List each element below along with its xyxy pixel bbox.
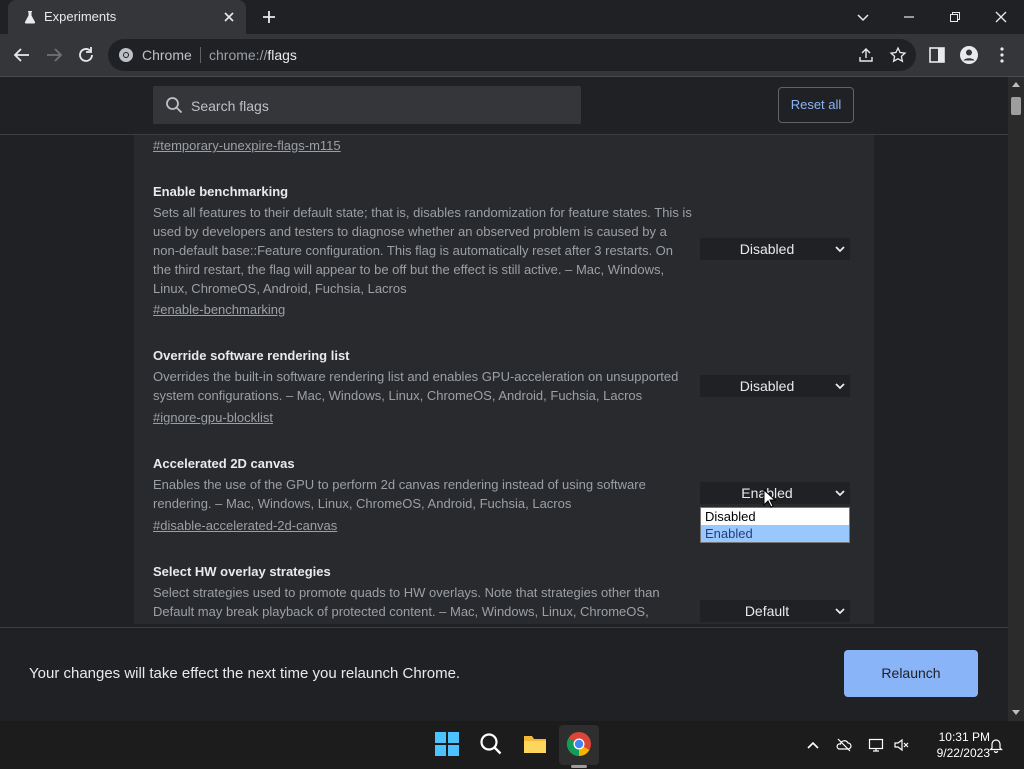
flags-header: Reset all	[0, 77, 1008, 135]
tab-experiments[interactable]: Experiments	[8, 0, 246, 34]
profile-avatar-icon[interactable]	[958, 44, 980, 66]
notification-bell-icon[interactable]	[988, 737, 1004, 753]
reload-icon[interactable]	[75, 44, 97, 66]
windows-taskbar: 10:31 PM 9/22/2023	[0, 720, 1024, 769]
url-text: chrome://flags	[209, 47, 297, 63]
flag-title: Select HW overlay strategies	[153, 564, 331, 579]
flag-link[interactable]: #disable-accelerated-2d-canvas	[153, 518, 337, 533]
forward-arrow-icon[interactable]	[43, 44, 65, 66]
flags-list: #temporary-unexpire-flags-m115 Enable be…	[134, 134, 874, 624]
chevron-down-icon	[835, 608, 845, 615]
side-panel-icon[interactable]	[926, 44, 948, 66]
flag-title: Override software rendering list	[153, 348, 350, 363]
chrome-taskbar-icon[interactable]	[566, 731, 592, 757]
tray-chevron-up-icon[interactable]	[805, 737, 821, 753]
flag-title: Enable benchmarking	[153, 184, 289, 199]
search-icon	[166, 97, 183, 114]
scroll-up-arrow-icon[interactable]	[1012, 81, 1020, 87]
volume-muted-icon[interactable]	[893, 737, 909, 753]
flag-description: Overrides the built-in software renderin…	[153, 369, 679, 403]
flag-title: Accelerated 2D canvas	[153, 456, 295, 471]
close-tab-icon[interactable]	[220, 8, 238, 26]
relaunch-message: Your changes will take effect the next t…	[29, 665, 461, 682]
network-icon[interactable]	[868, 737, 884, 753]
system-clock[interactable]: 10:31 PM 9/22/2023	[920, 729, 990, 761]
flask-icon	[24, 11, 36, 24]
flag-link-temporary-unexpire[interactable]: #temporary-unexpire-flags-m115	[153, 138, 341, 153]
clock-time: 10:31 PM	[938, 730, 990, 744]
search-box[interactable]	[153, 86, 581, 126]
flag-select-override-software-rendering[interactable]: Disabled	[700, 375, 850, 397]
flag-description: Enables the use of the GPU to perform 2d…	[153, 477, 646, 511]
more-menu-icon[interactable]	[991, 44, 1013, 66]
address-bar[interactable]: Chrome chrome://flags	[108, 39, 916, 71]
share-icon[interactable]	[857, 46, 875, 64]
minimize-icon[interactable]	[898, 6, 920, 28]
dropdown-option-disabled[interactable]: Disabled	[701, 508, 849, 525]
flag-description: Select strategies used to promote quads …	[153, 585, 660, 619]
reset-all-button[interactable]: Reset all	[778, 87, 854, 123]
scroll-thumb[interactable]	[1011, 97, 1021, 115]
chevron-down-icon	[835, 490, 845, 497]
restore-icon[interactable]	[944, 6, 966, 28]
page-scrollbar[interactable]	[1008, 77, 1024, 720]
chevron-down-icon	[835, 383, 845, 390]
onedrive-offline-icon[interactable]	[836, 737, 852, 753]
relaunch-bar: Your changes will take effect the next t…	[0, 627, 1008, 721]
chevron-down-icon	[835, 246, 845, 253]
flags-page: Reset all #temporary-unexpire-flags-m115…	[0, 77, 1008, 720]
new-tab-icon[interactable]	[260, 8, 278, 26]
flag-select-enable-benchmarking[interactable]: Disabled	[700, 238, 850, 260]
back-arrow-icon[interactable]	[11, 44, 33, 66]
close-window-icon[interactable]	[990, 6, 1012, 28]
dropdown-option-enabled[interactable]: Enabled	[701, 525, 849, 542]
flag-link[interactable]: #enable-benchmarking	[153, 302, 285, 317]
flag-select-hw-overlay-strategies[interactable]: Default	[700, 600, 850, 622]
relaunch-button[interactable]: Relaunch	[844, 650, 978, 697]
title-bar: Experiments	[0, 0, 1024, 34]
bookmark-star-icon[interactable]	[889, 46, 907, 64]
chrome-logo-icon	[119, 48, 133, 62]
url-separator	[200, 47, 201, 63]
mouse-cursor-icon	[763, 489, 777, 508]
select-dropdown-menu: Disabled Enabled	[700, 507, 850, 543]
flag-description: Sets all features to their default state…	[153, 205, 692, 296]
search-input[interactable]	[189, 86, 573, 126]
tab-title: Experiments	[44, 9, 117, 24]
browser-toolbar: Chrome chrome://flags	[0, 34, 1024, 77]
tab-search-chevron-icon[interactable]	[852, 6, 874, 28]
flag-link[interactable]: #ignore-gpu-blocklist	[153, 410, 273, 425]
search-taskbar-icon[interactable]	[478, 731, 504, 757]
scroll-down-arrow-icon[interactable]	[1012, 710, 1020, 716]
windows-start-icon[interactable]	[434, 731, 460, 757]
file-explorer-icon[interactable]	[522, 731, 548, 757]
site-label: Chrome	[142, 47, 192, 63]
clock-date: 9/22/2023	[936, 746, 990, 760]
